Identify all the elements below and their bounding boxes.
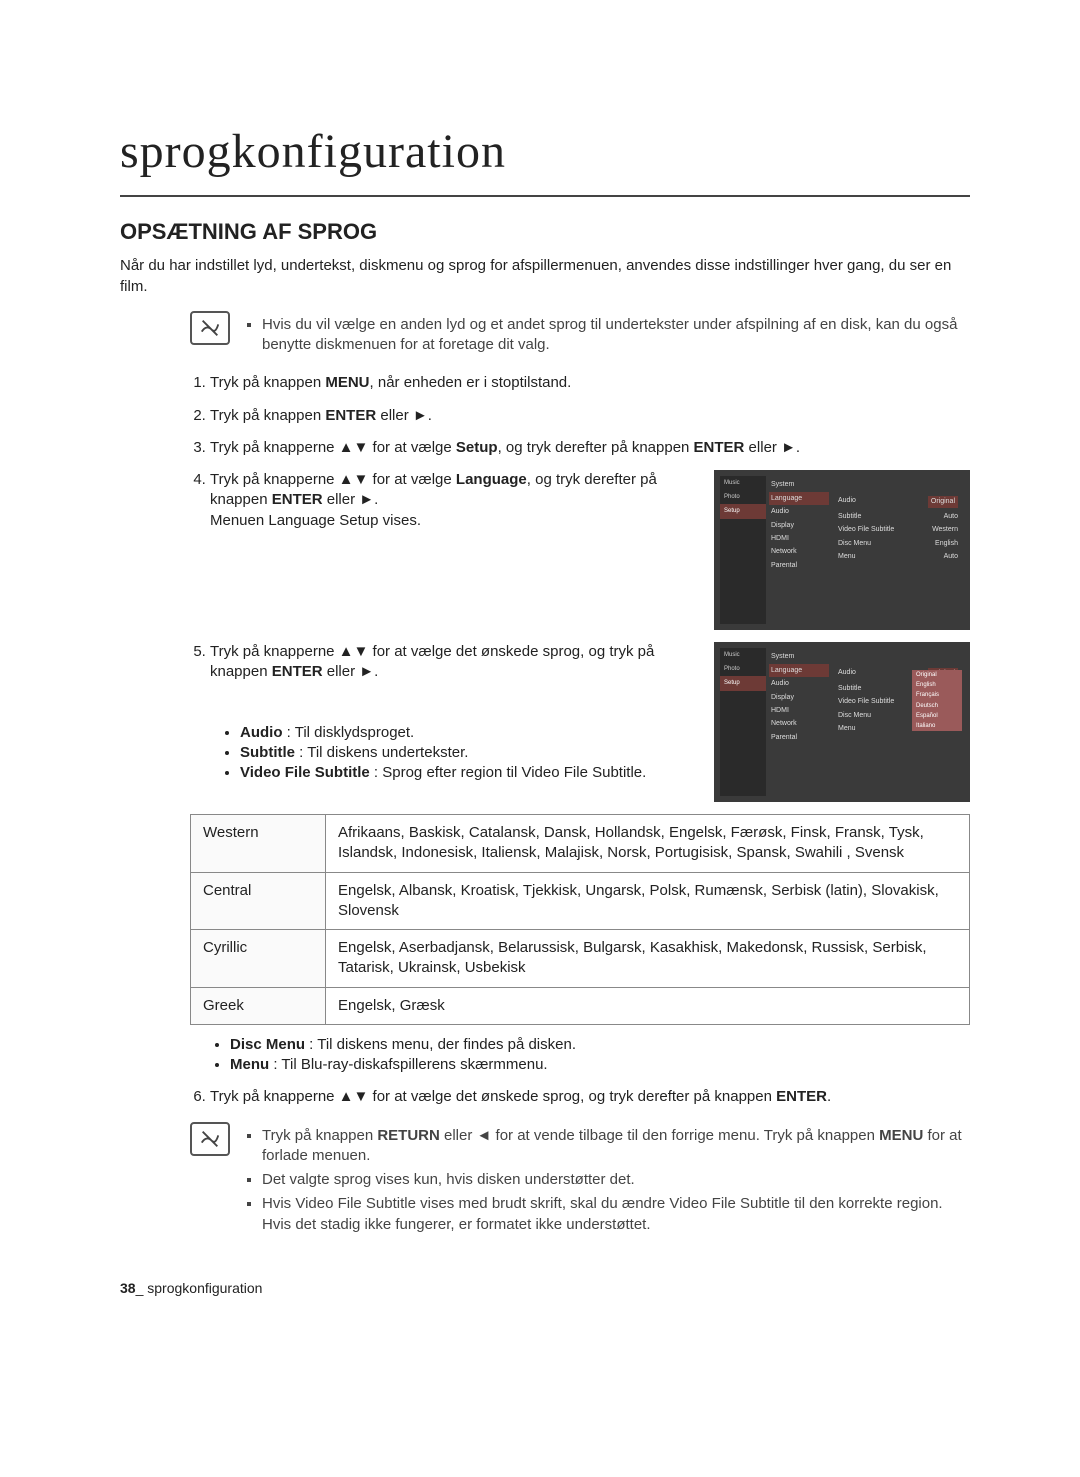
step-3: Tryk på knapperne ▲▼ for at vælge Setup,… <box>210 438 970 458</box>
footer-label: sprogkonfiguration <box>147 1280 262 1296</box>
chapter-title: sprogkonfiguration <box>120 120 970 197</box>
step-4: Tryk på knapperne ▲▼ for at vælge Langua… <box>210 470 970 630</box>
note-icon <box>190 311 230 345</box>
note-1-text: Hvis du vil vælge en anden lyd og et and… <box>262 315 970 356</box>
note-2a: Tryk på knappen RETURN eller ◄ for at ve… <box>262 1126 970 1167</box>
note-2b: Det valgte sprog vises kun, hvis disken … <box>262 1170 970 1190</box>
intro-text: Når du har indstillet lyd, undertekst, d… <box>120 256 970 297</box>
note-box-1: Hvis du vil vælge en anden lyd og et and… <box>190 311 970 360</box>
post-table-bullets: Disc Menu : Til diskens menu, der findes… <box>120 1035 970 1076</box>
page-number: 38 <box>120 1280 136 1296</box>
step-5: Tryk på knapperne ▲▼ for at vælge det øn… <box>210 642 970 802</box>
screenshot-1: Music Photo Setup System Language Audio … <box>714 470 970 630</box>
note-2c: Hvis Video File Subtitle vises med brudt… <box>262 1194 970 1235</box>
subtitle-region-table: WesternAfrikaans, Baskisk, Catalansk, Da… <box>190 814 970 1025</box>
table-row: CentralEngelsk, Albansk, Kroatisk, Tjekk… <box>191 872 970 930</box>
table-row: GreekEngelsk, Græsk <box>191 987 970 1024</box>
section-title: OPSÆTNING AF SPROG <box>120 217 970 247</box>
step-2: Tryk på knappen ENTER eller ►. <box>210 406 970 426</box>
screenshot-2: Music Photo Setup System Language Audio … <box>714 642 970 802</box>
steps-list: Tryk på knappen MENU, når enheden er i s… <box>190 373 970 802</box>
step-1: Tryk på knappen MENU, når enheden er i s… <box>210 373 970 393</box>
note-icon <box>190 1122 230 1156</box>
table-row: WesternAfrikaans, Baskisk, Catalansk, Da… <box>191 815 970 873</box>
table-row: CyrillicEngelsk, Aserbadjansk, Belarussi… <box>191 930 970 988</box>
steps-list-cont: Tryk på knapperne ▲▼ for at vælge det øn… <box>190 1087 970 1107</box>
step-6: Tryk på knapperne ▲▼ for at vælge det øn… <box>210 1087 970 1107</box>
page-footer: 38_ sprogkonfiguration <box>120 1279 970 1298</box>
note-box-2: Tryk på knappen RETURN eller ◄ for at ve… <box>190 1122 970 1239</box>
